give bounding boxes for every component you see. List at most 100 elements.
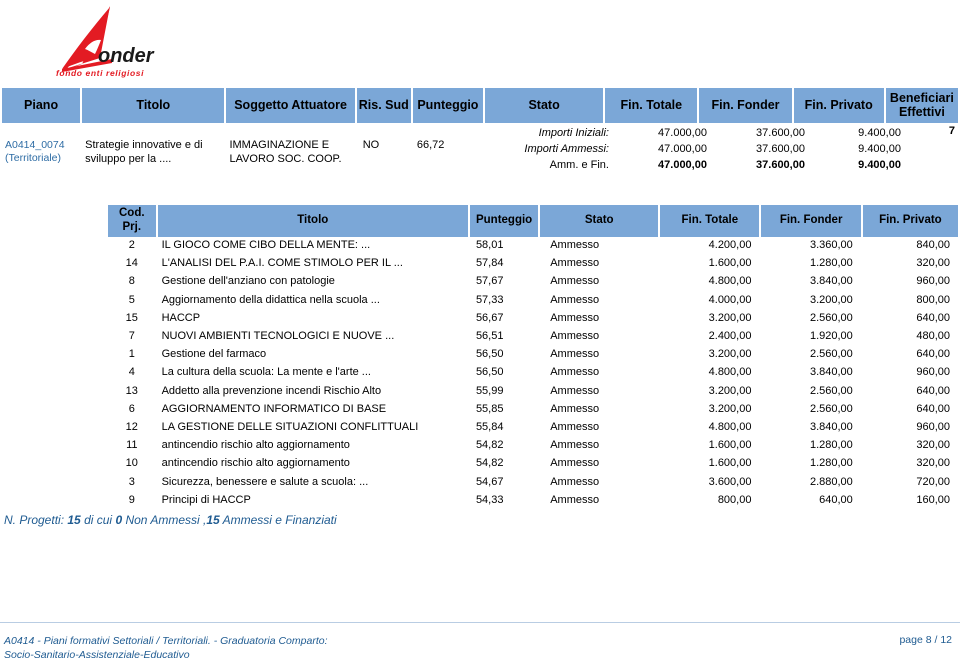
plan-cell-punteggio: 66,72 bbox=[416, 138, 445, 151]
project-row[interactable]: 8 Gestione dell'anziano con patologie 57,6… bbox=[108, 273, 958, 291]
plan-col-fin-privato[interactable]: Fin. Privato bbox=[793, 88, 884, 123]
footer-line-2: Socio-Sanitario-Assistenziale-Educativo bbox=[4, 649, 190, 662]
project-row[interactable]: 9 Principi di HACCP 54,33 Ammesso 800,00 640,… bbox=[108, 491, 958, 509]
project-cell-titolo: Addetto alla prevenzione incendi Rischio… bbox=[161, 384, 382, 397]
footer-page-number: page 8 / 12 bbox=[899, 634, 952, 646]
project-cell-stato: Ammesso bbox=[550, 239, 600, 252]
project-cell-fin-totale: 4.800,00 bbox=[708, 275, 752, 288]
project-cell-fin-fonder: 2.560,00 bbox=[809, 311, 853, 324]
project-cell-fin-totale: 4.800,00 bbox=[708, 420, 752, 433]
plan-col-ris-sud[interactable]: Ris. Sud bbox=[356, 88, 411, 123]
summary-prefix: N. Progetti: bbox=[4, 513, 65, 527]
amounts-fin-totale: 47.000,00 bbox=[658, 159, 707, 172]
project-cell-fin-totale: 3.200,00 bbox=[708, 311, 752, 324]
project-cell-titolo: Aggiornamento della didattica nella scuo… bbox=[161, 293, 380, 306]
project-cell-cod: 5 bbox=[128, 293, 135, 306]
plan-col-stato[interactable]: Stato bbox=[484, 88, 604, 123]
amounts-fin-privato: 9.400,00 bbox=[858, 143, 901, 156]
project-cell-fin-fonder: 2.560,00 bbox=[809, 384, 853, 397]
project-cell-cod: 1 bbox=[128, 348, 135, 361]
project-cell-titolo: IL GIOCO COME CIBO DELLA MENTE: ... bbox=[161, 239, 371, 252]
project-cell-fin-fonder: 640,00 bbox=[819, 493, 853, 506]
plan-row: A0414_0074 (Territoriale) Strategie inno… bbox=[2, 123, 958, 176]
project-cell-stato: Ammesso bbox=[550, 293, 600, 306]
project-cell-cod: 2 bbox=[128, 239, 135, 252]
project-cell-punteggio: 57,84 bbox=[475, 257, 504, 270]
project-cell-titolo: Gestione dell'anziano con patologie bbox=[161, 275, 335, 288]
project-cell-cod: 9 bbox=[128, 493, 135, 506]
summary-mid1: di cui bbox=[84, 513, 113, 527]
project-cell-fin-fonder: 3.840,00 bbox=[809, 420, 853, 433]
plan-cell-ris-sud: NO bbox=[362, 138, 380, 151]
project-cell-titolo: Sicurezza, benessere e salute a scuola: … bbox=[161, 475, 369, 488]
project-row[interactable]: 4 La cultura della scuola: La mente e l'a… bbox=[108, 364, 958, 382]
project-cell-fin-totale: 3.600,00 bbox=[708, 475, 752, 488]
project-cell-cod: 10 bbox=[125, 457, 138, 470]
project-cell-punteggio: 54,33 bbox=[475, 493, 504, 506]
project-row[interactable]: 14 L'ANALISI DEL P.A.I. COME STIMOLO PER … bbox=[108, 255, 958, 273]
project-col-fin-privato[interactable]: Fin. Privato bbox=[862, 205, 958, 237]
plan-col-beneficiari[interactable]: Beneficiari Effettivi bbox=[885, 88, 958, 123]
project-cell-fin-privato: 640,00 bbox=[916, 311, 950, 324]
project-cell-punteggio: 54,82 bbox=[475, 439, 504, 452]
project-cell-fin-privato: 640,00 bbox=[916, 348, 950, 361]
project-row[interactable]: 3 Sicurezza, benessere e salute a scuola:… bbox=[108, 473, 958, 491]
project-cell-fin-totale: 4.000,00 bbox=[708, 293, 752, 306]
projects-summary: N. Progetti: 15 di cui 0 Non Ammessi ,15… bbox=[4, 513, 337, 527]
project-row[interactable]: 2 IL GIOCO COME CIBO DELLA MENTE: ... 58,0… bbox=[108, 237, 958, 255]
project-cell-fin-totale: 1.600,00 bbox=[708, 457, 752, 470]
summary-ammessi-count: 15 bbox=[206, 513, 220, 527]
project-row[interactable]: 6 AGGIORNAMENTO INFORMATICO DI BASE 55,85 A… bbox=[108, 400, 958, 418]
project-row[interactable]: 15 HACCP 56,67 Ammesso 3.200,00 2.560,00 640,0… bbox=[108, 309, 958, 327]
project-cell-stato: Ammesso bbox=[550, 493, 600, 506]
project-cell-punteggio: 54,67 bbox=[475, 475, 504, 488]
project-table: Cod. Prj. Titolo Punteggio Stato Fin. To… bbox=[106, 205, 960, 509]
plan-col-fin-fonder[interactable]: Fin. Fonder bbox=[699, 88, 792, 123]
project-cell-fin-privato: 640,00 bbox=[916, 402, 950, 415]
project-col-titolo[interactable]: Titolo bbox=[157, 205, 468, 237]
plan-col-piano[interactable]: Piano bbox=[2, 88, 81, 123]
plan-col-titolo[interactable]: Titolo bbox=[82, 88, 225, 123]
project-cell-fin-privato: 960,00 bbox=[916, 366, 950, 379]
project-cell-fin-fonder: 3.360,00 bbox=[809, 239, 853, 252]
plan-code: A0414_0074 bbox=[5, 138, 65, 151]
logo-wordmark: onder bbox=[98, 45, 155, 67]
project-cell-punteggio: 56,50 bbox=[475, 348, 504, 361]
plan-col-fin-totale[interactable]: Fin. Totale bbox=[605, 88, 698, 123]
project-row[interactable]: 11 antincendio rischio alto aggiornamento… bbox=[108, 437, 958, 455]
project-cell-punteggio: 54,82 bbox=[475, 457, 504, 470]
project-cell-cod: 14 bbox=[125, 257, 138, 270]
project-cell-fin-privato: 320,00 bbox=[916, 257, 950, 270]
project-cell-fin-fonder: 3.840,00 bbox=[809, 366, 853, 379]
project-row[interactable]: 5 Aggiornamento della didattica nella scu… bbox=[108, 291, 958, 309]
plan-cell-titolo: Strategie innovative e di sviluppo per l… bbox=[85, 138, 203, 165]
project-cell-titolo: antincendio rischio alto aggiornamento bbox=[161, 457, 350, 470]
project-col-fin-totale[interactable]: Fin. Totale bbox=[660, 205, 760, 237]
project-row[interactable]: 13 Addetto alla prevenzione incendi Risch… bbox=[108, 382, 958, 400]
project-row[interactable]: 10 antincendio rischio alto aggiornamento… bbox=[108, 455, 958, 473]
project-col-punteggio[interactable]: Punteggio bbox=[469, 205, 539, 237]
summary-mid2: Non Ammessi , bbox=[125, 513, 207, 527]
summary-total: 15 bbox=[67, 513, 81, 527]
project-col-stato[interactable]: Stato bbox=[540, 205, 659, 237]
project-cell-cod: 13 bbox=[125, 384, 138, 397]
project-cell-stato: Ammesso bbox=[550, 311, 600, 324]
project-cell-stato: Ammesso bbox=[550, 475, 600, 488]
plan-col-punteggio[interactable]: Punteggio bbox=[412, 88, 483, 123]
project-col-fin-fonder[interactable]: Fin. Fonder bbox=[761, 205, 861, 237]
project-cell-stato: Ammesso bbox=[550, 330, 600, 343]
amounts-label: Importi Iniziali: bbox=[538, 126, 609, 139]
project-table-header-row: Cod. Prj. Titolo Punteggio Stato Fin. To… bbox=[108, 205, 958, 237]
plan-col-soggetto[interactable]: Soggetto Attuatore bbox=[226, 88, 355, 123]
project-cell-fin-fonder: 1.920,00 bbox=[809, 330, 853, 343]
project-row[interactable]: 7 NUOVI AMBIENTI TECNOLOGICI E NUOVE ... 5… bbox=[108, 328, 958, 346]
project-cell-punteggio: 56,51 bbox=[475, 330, 504, 343]
project-cell-punteggio: 55,84 bbox=[475, 420, 504, 433]
project-col-cod-prj[interactable]: Cod. Prj. bbox=[108, 205, 156, 237]
project-cell-fin-fonder: 3.840,00 bbox=[809, 275, 853, 288]
project-cell-fin-fonder: 3.200,00 bbox=[809, 293, 853, 306]
footer-line-1: A0414 - Piani formativi Settoriali / Ter… bbox=[4, 635, 328, 647]
project-row[interactable]: 1 Gestione del farmaco 56,50 Ammesso 3.200,0… bbox=[108, 346, 958, 364]
project-row[interactable]: 12 LA GESTIONE DELLE SITUAZIONI CONFLITTU… bbox=[108, 418, 958, 436]
plan-cell-amounts: Importi Iniziali: 47.000,00 37.600,00 9.400… bbox=[485, 123, 901, 176]
